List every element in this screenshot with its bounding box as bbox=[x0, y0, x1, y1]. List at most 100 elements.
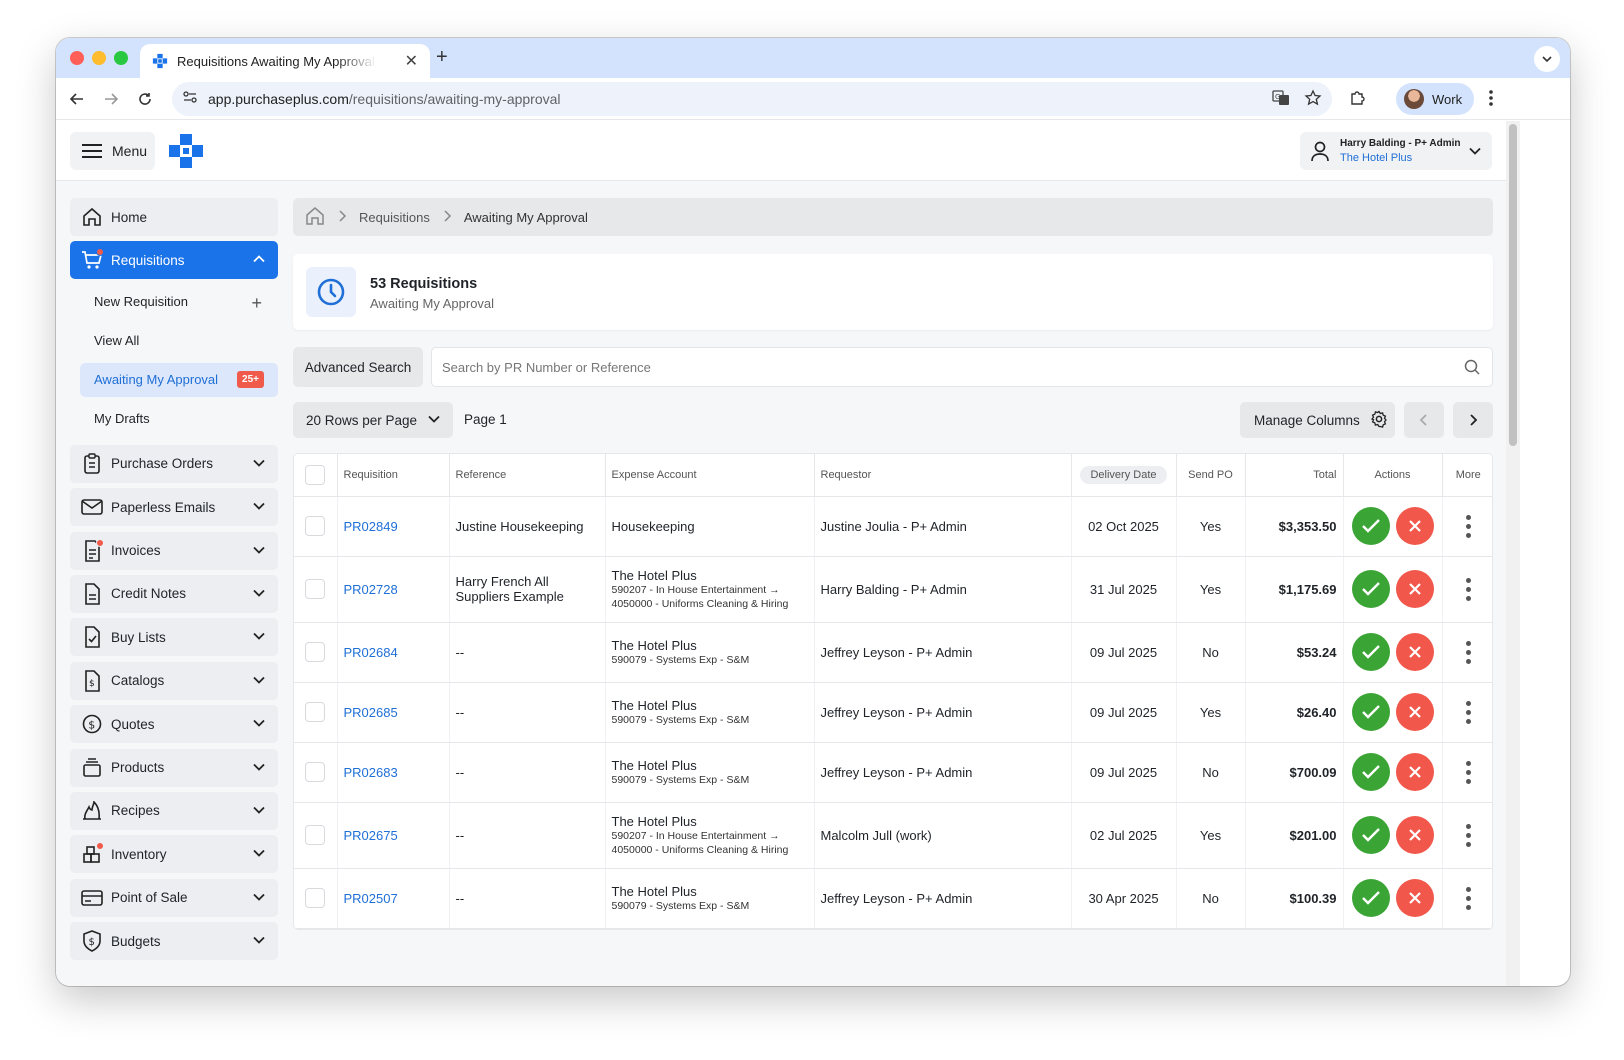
translate-icon[interactable]: G bbox=[1272, 89, 1290, 112]
requisition-link[interactable]: PR02849 bbox=[344, 519, 398, 534]
approve-button[interactable] bbox=[1351, 753, 1390, 791]
sidebar-subitem-my-drafts[interactable]: My Drafts bbox=[80, 402, 278, 436]
purchaseplus-logo[interactable] bbox=[168, 133, 204, 169]
col-header-total[interactable]: Total bbox=[1245, 454, 1344, 497]
requisition-link[interactable]: PR02675 bbox=[344, 828, 398, 843]
row-checkbox[interactable] bbox=[305, 516, 326, 536]
table-row[interactable]: PR02728 Harry French All Suppliers Exampl… bbox=[294, 556, 1492, 623]
sidebar-item-requisitions[interactable]: Requisitions bbox=[70, 241, 278, 280]
minimize-window-button[interactable] bbox=[92, 51, 106, 65]
more-options-icon[interactable] bbox=[1449, 514, 1489, 538]
row-checkbox[interactable] bbox=[305, 702, 326, 722]
approve-button[interactable] bbox=[1351, 507, 1390, 545]
more-options-icon[interactable] bbox=[1449, 577, 1489, 601]
decline-button[interactable] bbox=[1395, 570, 1434, 608]
approve-button[interactable] bbox=[1351, 570, 1390, 608]
requisition-link[interactable]: PR02728 bbox=[344, 582, 398, 597]
requisition-link[interactable]: PR02683 bbox=[344, 765, 398, 780]
profile-chip[interactable]: Work bbox=[1396, 83, 1475, 115]
requisition-link[interactable]: PR02507 bbox=[344, 891, 398, 906]
col-header-send-po[interactable]: Send PO bbox=[1176, 454, 1246, 497]
approve-button[interactable] bbox=[1351, 633, 1390, 671]
expense-account-cell: The Hotel Plus 590207 - In House Entertai… bbox=[605, 556, 815, 623]
sidebar-item-budgets[interactable]: $ Budgets bbox=[70, 922, 278, 961]
breadcrumb-requisitions[interactable]: Requisitions bbox=[359, 210, 430, 225]
sidebar-item-quotes[interactable]: $ Quotes bbox=[70, 705, 278, 744]
more-options-icon[interactable] bbox=[1449, 700, 1489, 724]
previous-page-button[interactable] bbox=[1404, 402, 1444, 438]
sidebar-item-purchase-orders[interactable]: Purchase Orders bbox=[70, 444, 278, 483]
decline-button[interactable] bbox=[1395, 753, 1434, 791]
menu-button[interactable]: Menu bbox=[70, 132, 155, 170]
plus-icon[interactable]: + bbox=[251, 293, 262, 314]
select-all-checkbox[interactable] bbox=[305, 464, 326, 485]
sidebar-item-products[interactable]: Products bbox=[70, 748, 278, 787]
bookmark-star-icon[interactable] bbox=[1304, 89, 1322, 112]
sidebar-item-invoices[interactable]: Invoices bbox=[70, 531, 278, 570]
sidebar-subitem-new-requisition[interactable]: New Requisition + bbox=[80, 285, 278, 319]
rows-per-page-select[interactable]: 20 Rows per Page bbox=[293, 402, 453, 438]
back-button[interactable] bbox=[66, 88, 88, 110]
col-header-reference[interactable]: Reference bbox=[449, 454, 606, 497]
row-checkbox[interactable] bbox=[305, 579, 326, 599]
manage-columns-button[interactable]: Manage Columns bbox=[1240, 402, 1395, 438]
col-header-expense-account[interactable]: Expense Account bbox=[605, 454, 815, 497]
sidebar-item-recipes[interactable]: Recipes bbox=[70, 791, 278, 830]
col-header-requisition[interactable]: Requisition bbox=[337, 454, 450, 497]
table-row[interactable]: PR02507 -- The Hotel Plus 590079 - Systems … bbox=[294, 868, 1492, 929]
browser-menu-icon[interactable] bbox=[1488, 88, 1494, 113]
table-row[interactable]: PR02675 -- The Hotel Plus 590207 - In House… bbox=[294, 802, 1492, 869]
requisition-link[interactable]: PR02684 bbox=[344, 645, 398, 660]
table-row[interactable]: PR02683 -- The Hotel Plus 590079 - Systems … bbox=[294, 742, 1492, 803]
decline-button[interactable] bbox=[1395, 816, 1434, 854]
address-bar[interactable]: app.purchaseplus.com/requisitions/awaiti… bbox=[172, 82, 1332, 116]
extensions-puzzle-icon[interactable] bbox=[1348, 88, 1368, 113]
tab-close-icon[interactable]: ✕ bbox=[405, 51, 418, 71]
tab-search-button[interactable] bbox=[1534, 46, 1560, 72]
more-options-icon[interactable] bbox=[1449, 640, 1489, 664]
col-header-requestor[interactable]: Requestor bbox=[814, 454, 1072, 497]
requisition-link[interactable]: PR02685 bbox=[344, 705, 398, 720]
user-menu[interactable]: Harry Balding - P+ Admin The Hotel Plus bbox=[1300, 132, 1492, 170]
page-scrollbar-thumb[interactable] bbox=[1509, 124, 1517, 446]
sidebar-item-inventory[interactable]: Inventory bbox=[70, 835, 278, 874]
reload-button[interactable] bbox=[134, 88, 156, 110]
site-settings-icon[interactable] bbox=[182, 89, 198, 110]
decline-button[interactable] bbox=[1395, 879, 1434, 917]
sidebar-item-paperless-emails[interactable]: Paperless Emails bbox=[70, 488, 278, 527]
close-window-button[interactable] bbox=[70, 51, 84, 65]
sidebar-item-credit-notes[interactable]: Credit Notes bbox=[70, 574, 278, 613]
row-checkbox[interactable] bbox=[305, 888, 326, 908]
table-row[interactable]: PR02849 Justine Housekeeping Housekeeping J… bbox=[294, 496, 1492, 557]
home-icon[interactable] bbox=[305, 206, 325, 229]
search-icon[interactable] bbox=[1464, 359, 1480, 380]
next-page-button[interactable] bbox=[1453, 402, 1493, 438]
sidebar-item-point-of-sale[interactable]: Point of Sale bbox=[70, 878, 278, 917]
table-row[interactable]: PR02685 -- The Hotel Plus 590079 - Systems … bbox=[294, 682, 1492, 743]
decline-button[interactable] bbox=[1395, 633, 1434, 671]
search-input[interactable] bbox=[442, 359, 1342, 375]
forward-button[interactable] bbox=[100, 88, 122, 110]
col-header-delivery-date[interactable]: Delivery Date bbox=[1080, 465, 1167, 484]
sidebar-item-catalogs[interactable]: $ Catalogs bbox=[70, 661, 278, 700]
table-row[interactable]: PR02684 -- The Hotel Plus 590079 - Systems … bbox=[294, 622, 1492, 683]
more-options-icon[interactable] bbox=[1449, 823, 1489, 847]
more-options-icon[interactable] bbox=[1449, 886, 1489, 910]
more-options-icon[interactable] bbox=[1449, 760, 1489, 784]
advanced-search-button[interactable]: Advanced Search bbox=[293, 347, 423, 387]
browser-tab[interactable]: Requisitions Awaiting My Approval ✕ bbox=[140, 44, 430, 78]
maximize-window-button[interactable] bbox=[114, 51, 128, 65]
sidebar-item-home[interactable]: Home bbox=[70, 198, 278, 236]
sidebar-subitem-view-all[interactable]: View All bbox=[80, 324, 278, 358]
approve-button[interactable] bbox=[1351, 879, 1390, 917]
row-checkbox[interactable] bbox=[305, 825, 326, 845]
new-tab-button[interactable]: + bbox=[436, 46, 448, 69]
row-checkbox[interactable] bbox=[305, 762, 326, 782]
row-checkbox[interactable] bbox=[305, 642, 326, 662]
approve-button[interactable] bbox=[1351, 816, 1390, 854]
decline-button[interactable] bbox=[1395, 693, 1434, 731]
sidebar-item-buy-lists[interactable]: Buy Lists bbox=[70, 618, 278, 657]
approve-button[interactable] bbox=[1351, 693, 1390, 731]
decline-button[interactable] bbox=[1395, 507, 1434, 545]
sidebar-subitem-awaiting-my-approval[interactable]: Awaiting My Approval 25+ bbox=[80, 362, 278, 397]
